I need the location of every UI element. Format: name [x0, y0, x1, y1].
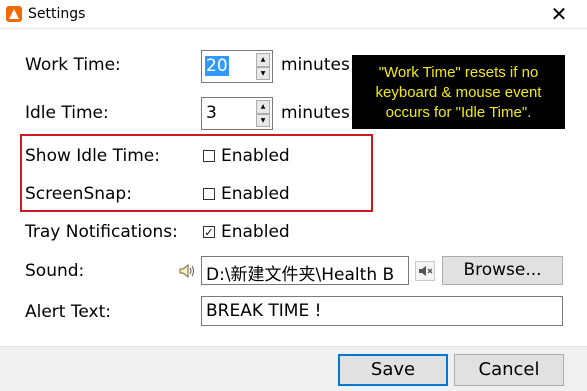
checkbox-label: Enabled — [221, 184, 290, 204]
window-title: Settings — [28, 6, 86, 22]
tooltip-line: occurs for "Idle Time". — [385, 104, 532, 121]
app-icon — [6, 6, 22, 22]
work-time-label: Work Time: — [25, 55, 121, 75]
tray-notifications-label: Tray Notifications: — [25, 222, 178, 242]
close-icon[interactable]: ✕ — [545, 1, 573, 27]
alert-text-label: Alert Text: — [25, 302, 111, 322]
checkbox-label: Enabled — [221, 146, 290, 166]
browse-button[interactable]: Browse... — [442, 256, 563, 285]
checkbox-checked-icon[interactable]: ✓ — [203, 226, 215, 238]
idle-time-label: Idle Time: — [25, 103, 109, 123]
sound-path-value: D:\新建文件夹\Health B — [206, 265, 395, 285]
show-idle-time-label: Show Idle Time: — [25, 146, 160, 166]
checkbox-unchecked-icon[interactable] — [203, 150, 215, 162]
sound-path-field[interactable]: D:\新建文件夹\Health B — [201, 256, 409, 285]
idle-time-unit: minutes — [281, 103, 350, 123]
title-bar: Settings ✕ — [0, 0, 587, 29]
work-time-down-button[interactable]: ▼ — [256, 66, 270, 80]
work-time-unit: minutes — [281, 55, 350, 75]
tooltip-line: keyboard & mouse event — [375, 84, 542, 101]
alert-text-value: BREAK TIME ! — [206, 301, 322, 321]
screensnap-checkbox[interactable]: Enabled — [203, 184, 290, 204]
mute-icon — [419, 266, 433, 276]
checkbox-label: Enabled — [221, 222, 290, 242]
work-time-spinner[interactable]: 20 ▲ ▼ — [201, 50, 273, 83]
tray-notifications-checkbox[interactable]: ✓ Enabled — [203, 222, 290, 242]
sound-label: Sound: — [25, 261, 85, 281]
save-button[interactable]: Save — [338, 354, 448, 386]
tooltip-line: "Work Time" resets if no — [378, 64, 539, 81]
work-time-up-button[interactable]: ▲ — [256, 53, 270, 67]
dialog-footer: Save Cancel — [0, 346, 587, 391]
work-time-value[interactable]: 20 — [205, 56, 229, 76]
screensnap-label: ScreenSnap: — [25, 184, 132, 204]
idle-time-up-button[interactable]: ▲ — [256, 100, 270, 114]
speaker-icon[interactable] — [178, 262, 196, 280]
alert-text-field[interactable]: BREAK TIME ! — [201, 296, 563, 326]
idle-time-value[interactable]: 3 — [205, 103, 218, 123]
idle-time-tooltip: "Work Time" resets if no keyboard & mous… — [352, 55, 565, 129]
show-idle-time-checkbox[interactable]: Enabled — [203, 146, 290, 166]
mute-button[interactable] — [415, 261, 435, 281]
idle-time-spinner[interactable]: 3 ▲ ▼ — [201, 97, 273, 130]
cancel-button[interactable]: Cancel — [454, 354, 564, 386]
idle-time-down-button[interactable]: ▼ — [256, 113, 270, 127]
checkbox-unchecked-icon[interactable] — [203, 188, 215, 200]
